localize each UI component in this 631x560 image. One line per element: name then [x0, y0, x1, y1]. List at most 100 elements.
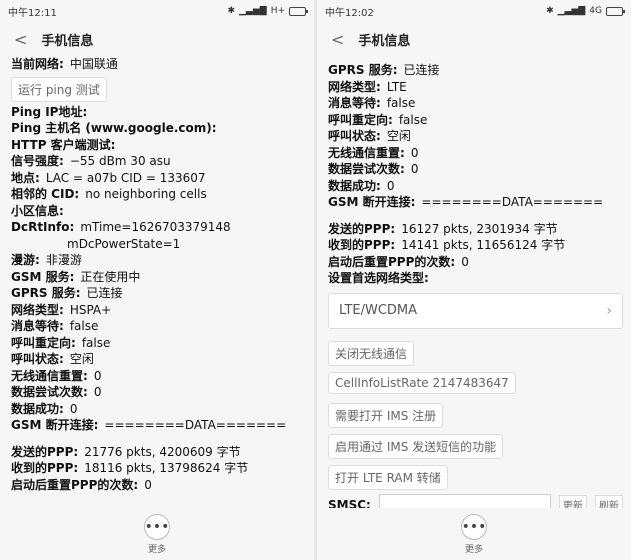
info-label: 无线通信重置:	[328, 145, 405, 160]
info-label: GSM 断开连接:	[328, 195, 416, 209]
info-value: mTime=1626703379148	[80, 220, 231, 234]
info-value: 0	[93, 385, 102, 399]
info-label: 收到的PPP:	[328, 238, 396, 252]
info-label: 呼叫重定向:	[11, 335, 76, 350]
smsc-input[interactable]	[378, 493, 551, 508]
info-row: 呼叫状态: 空闲	[11, 351, 306, 368]
info-label: 收到的PPP:	[11, 461, 79, 475]
info-list: GPRS 服务: 已连接网络类型: LTE 消息等待: false 呼叫重定向: false…	[328, 62, 623, 508]
info-row: 数据尝试次数: 0	[328, 161, 623, 178]
network-type: H+	[270, 6, 285, 16]
action-button[interactable]: 启用通过 IMS 发送短信的功能	[328, 433, 504, 459]
info-value: false	[398, 112, 428, 127]
info-row: 发送的PPP: 21776 pkts, 4200609 字节	[11, 444, 306, 461]
info-label: 呼叫重定向:	[328, 112, 393, 127]
info-label: 启动后重置PPP的次数:	[328, 254, 456, 269]
info-value: 18116 pkts, 13798624 字节	[84, 461, 249, 475]
status-bar: 中午12:11 ✱ ▁▃▅▇ H+	[0, 0, 314, 22]
info-label: Ping IP地址:	[11, 104, 88, 119]
preferred-network-select[interactable]: LTE/WCDMA ›	[328, 292, 623, 329]
status-time: 中午12:11	[8, 7, 57, 19]
ping-test-button[interactable]: 运行 ping 测试	[11, 76, 107, 102]
info-label: 发送的PPP:	[11, 444, 79, 459]
info-row: 数据成功: 0	[11, 401, 306, 418]
info-row: 小区信息:	[11, 203, 306, 220]
smsc-refresh-button[interactable]: 刷新	[594, 495, 623, 508]
info-row: mDcPowerState=1	[11, 236, 306, 253]
info-label: 设置首选网络类型:	[328, 271, 429, 285]
info-value: false	[69, 319, 99, 333]
info-row: 呼叫重定向: false	[328, 112, 623, 129]
info-row: GSM 服务: 正在使用中	[11, 269, 306, 286]
info-label: Ping 主机名 (www.google.com):	[11, 121, 217, 135]
info-list: 当前网络: 中国联通 运行 ping 测试 Ping IP地址: Ping 主机名 …	[11, 56, 306, 508]
info-row: 漫游: 非漫游	[11, 252, 306, 269]
info-row: 启动后重置PPP的次数: 0	[328, 254, 623, 271]
info-row: 网络类型: LTE	[328, 79, 623, 96]
info-label: 消息等待:	[328, 96, 381, 110]
info-row: 相邻的 CID: no neighboring cells	[11, 186, 306, 203]
more-icon[interactable]: •••	[461, 513, 487, 540]
info-row: Ping 主机名 (www.google.com):	[11, 120, 306, 137]
info-row: GSM 断开连接: ========DATA=======	[11, 417, 306, 434]
chevron-right-icon: ›	[606, 302, 612, 319]
preferred-network-value: LTE/WCDMA	[339, 303, 418, 318]
info-label: 地点:	[11, 170, 40, 185]
network-type: 4G	[589, 6, 602, 16]
info-label: 数据尝试次数:	[11, 385, 88, 399]
info-row: 无线通信重置: 0	[11, 368, 306, 385]
info-row: 网络类型: HSPA+	[11, 302, 306, 319]
info-value: 空闲	[69, 352, 94, 366]
more-label: 更多	[147, 544, 166, 555]
info-value: 16127 pkts, 2301934 字节	[401, 221, 558, 236]
more-label: 更多	[464, 544, 483, 555]
back-arrow-icon[interactable]: <	[14, 30, 27, 49]
info-row: 收到的PPP: 18116 pkts, 13798624 字节	[11, 460, 306, 477]
info-row: HTTP 客户端测试:	[11, 137, 306, 154]
battery-icon	[289, 6, 308, 16]
info-label: 发送的PPP:	[328, 221, 396, 236]
back-arrow-icon[interactable]: <	[331, 30, 344, 49]
info-label: 漫游:	[11, 253, 40, 267]
app-header: < 手机信息	[317, 22, 631, 56]
more-bar: ••• 更多	[0, 508, 314, 560]
info-value: LTE	[386, 79, 407, 94]
info-row: GSM 断开连接: ========DATA=======	[328, 194, 623, 211]
info-value: false	[81, 335, 111, 350]
right-phone-screen: 中午12:02 ✱ ▁▃▅▇ 4G < 手机信息 GPRS 服务: 已连接 网络类型…	[317, 0, 631, 560]
info-row: 发送的PPP: 16127 pkts, 2301934 字节	[328, 221, 623, 238]
info-label: 数据成功:	[11, 401, 64, 416]
info-value: 0	[69, 401, 78, 416]
info-row: 呼叫状态: 空闲	[328, 128, 623, 145]
info-label: GPRS 服务:	[328, 63, 398, 77]
info-label: 网络类型:	[328, 79, 381, 94]
info-row-current-network: 当前网络: 中国联通	[11, 57, 118, 71]
info-value: 21776 pkts, 4200609 字节	[84, 444, 241, 459]
info-value: ========DATA=======	[421, 195, 604, 209]
page-title: 手机信息	[358, 33, 411, 49]
more-icon[interactable]: •••	[144, 513, 170, 540]
info-label: 相邻的 CID:	[11, 187, 80, 201]
info-label: 呼叫状态:	[328, 129, 381, 143]
action-button[interactable]: 需要打开 IMS 注册	[328, 402, 444, 428]
info-value: 0	[386, 178, 395, 193]
info-value: 0	[93, 368, 102, 383]
info-value: mDcPowerState=1	[67, 236, 181, 251]
info-row: Ping IP地址:	[11, 104, 306, 121]
info-label: HTTP 客户端测试:	[11, 137, 116, 152]
battery-icon	[606, 6, 625, 16]
smsc-update-button[interactable]: 更新	[558, 495, 587, 508]
info-value: 0	[144, 477, 152, 492]
info-row: 信号强度: −55 dBm 30 asu	[11, 153, 306, 170]
info-value: LAC = a07b CID = 133607	[45, 170, 206, 185]
info-label: 信号强度:	[11, 154, 64, 168]
action-button[interactable]: CellInfoListRate 2147483647	[328, 371, 516, 394]
signal-icon: ▁▃▅▇	[239, 6, 267, 16]
action-button[interactable]: 打开 LTE RAM 转储	[328, 464, 448, 490]
info-value: 已连接	[403, 63, 440, 77]
info-row: 启动后重置PPP的次数: 0	[11, 477, 306, 494]
left-phone-screen: 中午12:11 ✱ ▁▃▅▇ H+ < 手机信息 当前网络: 中国联通 运行 pi…	[0, 0, 314, 560]
action-button[interactable]: 关闭无线通信	[328, 340, 415, 366]
info-label: 无线通信重置:	[11, 368, 88, 383]
info-value: false	[386, 96, 416, 110]
